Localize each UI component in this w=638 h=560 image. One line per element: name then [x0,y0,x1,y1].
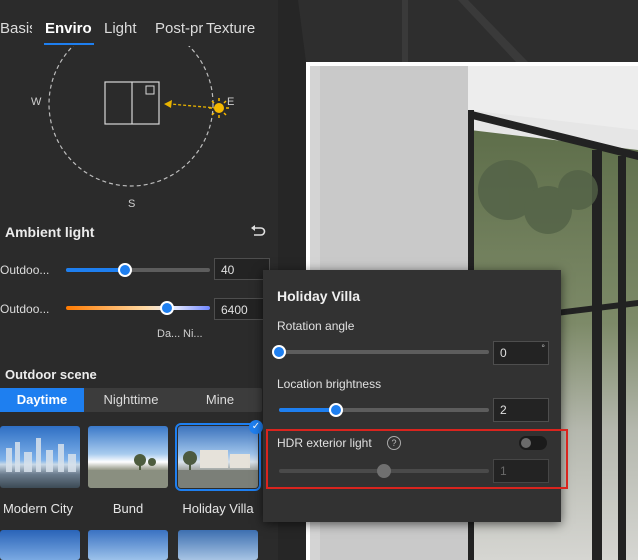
tab-basis[interactable]: Basis [0,20,32,37]
outdoor-intensity-slider[interactable] [66,268,210,272]
scene-thumbnail-more-3[interactable] [178,530,258,560]
sun-icon[interactable] [209,98,229,118]
rotation-angle-input[interactable]: 0 ° [493,341,549,365]
scene-caption-bund: Bund [112,501,144,516]
outdoor-color-temperature-label: Outdoo... [0,302,50,316]
daylight-label: Da... [157,328,181,340]
location-brightness-label: Location brightness [277,377,382,391]
color-temperature-slider-thumb[interactable] [159,301,174,315]
selected-check-icon: ✓ [249,420,263,434]
scene-thumbnail-more-1[interactable] [0,530,80,560]
tab-mine[interactable]: Mine [178,388,262,412]
rotation-angle-value: 0 [500,346,507,360]
compass-south-label: S [128,198,136,210]
compass-east-label: E [227,96,235,108]
rotation-angle-label: Rotation angle [277,319,355,333]
settings-panel: Basis Enviro Light Post-pr Texture [0,0,278,560]
scene-thumbnail-holiday-villa[interactable] [175,423,261,491]
sun-direction-compass[interactable]: W E S [0,46,278,216]
compass-west-label: W [31,96,42,108]
degree-unit: ° [541,343,545,353]
compass-graphic [48,46,229,187]
tab-light[interactable]: Light [104,20,146,37]
ambient-light-title: Ambient light [5,224,95,240]
rotation-angle-slider[interactable] [279,350,489,354]
location-brightness-slider[interactable] [279,408,489,412]
outdoor-intensity-input[interactable]: 40 [214,258,270,280]
tab-texture[interactable]: Texture [206,20,266,37]
tab-environment[interactable]: Enviro [45,20,93,37]
night-label: Ni... [183,328,203,340]
highlight-box [266,429,568,489]
tab-bar: Basis Enviro Light Post-pr Texture [0,0,278,46]
outdoor-intensity-label: Outdoo... [0,263,50,277]
tab-post-processing[interactable]: Post-pr [155,20,203,37]
outdoor-intensity-slider-thumb[interactable] [118,263,133,277]
rotation-angle-slider-thumb[interactable] [272,345,286,359]
scene-thumbnail-bund[interactable] [88,426,168,488]
color-temperature-slider[interactable] [66,306,210,310]
scene-thumbnail-more-2[interactable] [88,530,168,560]
tab-nighttime[interactable]: Nighttime [87,388,175,412]
outdoor-scene-title: Outdoor scene [5,367,97,382]
color-temperature-input[interactable]: 6400 [214,298,270,320]
active-tab-indicator [44,43,94,45]
scene-caption-modern-city: Modern City [2,501,74,516]
scene-caption-holiday-villa: Holiday Villa [182,501,254,516]
location-brightness-slider-thumb[interactable] [328,403,343,417]
popup-title: Holiday Villa [277,288,360,304]
location-brightness-input[interactable]: 2 [493,398,549,422]
reset-icon[interactable] [250,225,266,239]
scene-thumbnail-modern-city[interactable] [0,426,80,488]
tab-daytime[interactable]: Daytime [0,388,84,412]
scene-tab-bar: Daytime Nighttime Mine [0,388,262,412]
